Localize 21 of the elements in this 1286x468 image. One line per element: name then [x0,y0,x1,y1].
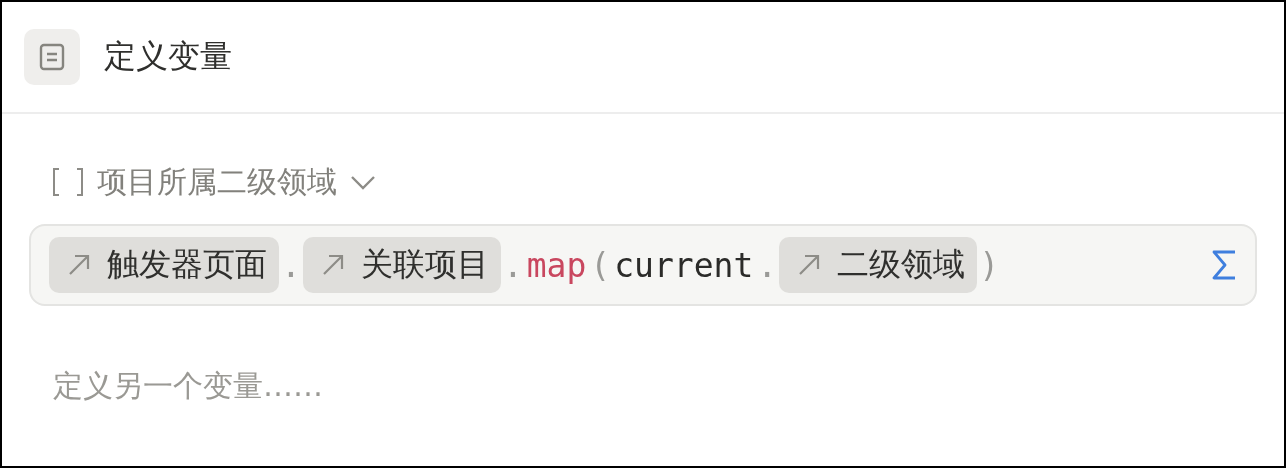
property-name: 触发器页面 [107,244,267,285]
property-name: 二级领域 [837,244,966,285]
property-name: 关联项目 [360,244,489,285]
property-chip[interactable]: 关联项目 [302,237,501,293]
formula-field[interactable]: 触发器页面 . 关联项目 .map(current. 二级领域 ) [29,224,1257,306]
punctuation: . [501,245,524,285]
panel-title: 定义变量 [104,36,232,77]
punctuation: . [280,245,302,285]
punctuation: . [756,245,779,285]
page-icon[interactable] [24,29,80,85]
arrow-icon [797,253,822,277]
punctuation: ( [589,245,612,285]
property-chip[interactable]: 触发器页面 [49,237,279,293]
variable-name[interactable]: 项目所属二级领域 [97,161,337,203]
punctuation: ) [978,245,1001,285]
function-name: map [525,245,588,285]
sigma-icon[interactable] [1211,249,1237,281]
arrow-icon [67,253,91,277]
property-chip[interactable]: 二级领域 [779,237,978,293]
brackets-icon [51,167,85,197]
code-text: current [613,245,755,285]
